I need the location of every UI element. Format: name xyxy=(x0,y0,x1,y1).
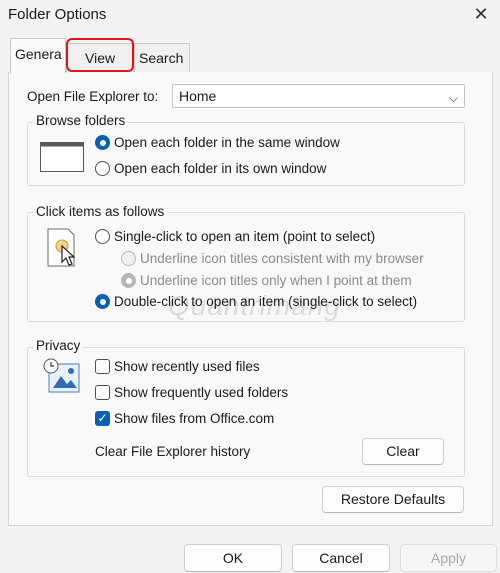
browse-folders-group xyxy=(27,122,465,186)
own-window-radio[interactable] xyxy=(95,161,110,176)
privacy-icon xyxy=(43,358,83,397)
view-tab-highlight xyxy=(66,38,134,72)
open-explorer-value: Home xyxy=(179,88,217,104)
chevron-down-icon: ⌵ xyxy=(448,91,458,105)
own-window-label: Open each folder in its own window xyxy=(114,161,327,176)
watermark: Quantrimang xyxy=(168,290,341,321)
tab-search[interactable]: Search xyxy=(134,43,190,72)
restore-defaults-button[interactable]: Restore Defaults xyxy=(322,486,464,513)
cancel-button[interactable]: Cancel xyxy=(292,544,390,572)
office-files-checkbox[interactable]: ✓ xyxy=(95,411,110,426)
single-click-radio[interactable] xyxy=(95,229,110,244)
underline-browser-label: Underline icon titles consistent with my… xyxy=(140,251,424,266)
recent-files-checkbox[interactable] xyxy=(95,359,110,374)
tab-general[interactable]: Genera xyxy=(10,38,66,73)
clear-history-label: Clear File Explorer history xyxy=(95,444,251,459)
recent-files-label: Show recently used files xyxy=(114,359,260,374)
frequent-folders-label: Show frequently used folders xyxy=(114,385,289,400)
open-explorer-select[interactable]: Home ⌵ xyxy=(172,84,465,108)
window-title: Folder Options xyxy=(8,6,107,23)
window-layout-icon xyxy=(40,142,84,175)
click-items-legend: Click items as follows xyxy=(33,204,168,219)
underline-point-label: Underline icon titles only when I point … xyxy=(140,273,412,288)
underline-point-radio[interactable] xyxy=(121,273,136,288)
clear-button[interactable]: Clear xyxy=(362,438,444,465)
apply-button[interactable]: Apply xyxy=(400,544,497,572)
privacy-legend: Privacy xyxy=(33,338,84,353)
ok-button[interactable]: OK xyxy=(184,544,282,572)
underline-browser-radio[interactable] xyxy=(121,251,136,266)
close-icon[interactable]: ✕ xyxy=(470,3,492,25)
same-window-label: Open each folder in the same window xyxy=(114,135,340,150)
frequent-folders-checkbox[interactable] xyxy=(95,385,110,400)
single-click-label: Single-click to open an item (point to s… xyxy=(114,229,376,244)
click-cursor-icon xyxy=(46,228,80,273)
office-files-label: Show files from Office.com xyxy=(114,411,275,426)
open-explorer-label: Open File Explorer to: xyxy=(27,89,159,104)
double-click-radio[interactable] xyxy=(95,294,110,309)
browse-folders-legend: Browse folders xyxy=(33,113,129,128)
same-window-radio[interactable] xyxy=(95,135,110,150)
